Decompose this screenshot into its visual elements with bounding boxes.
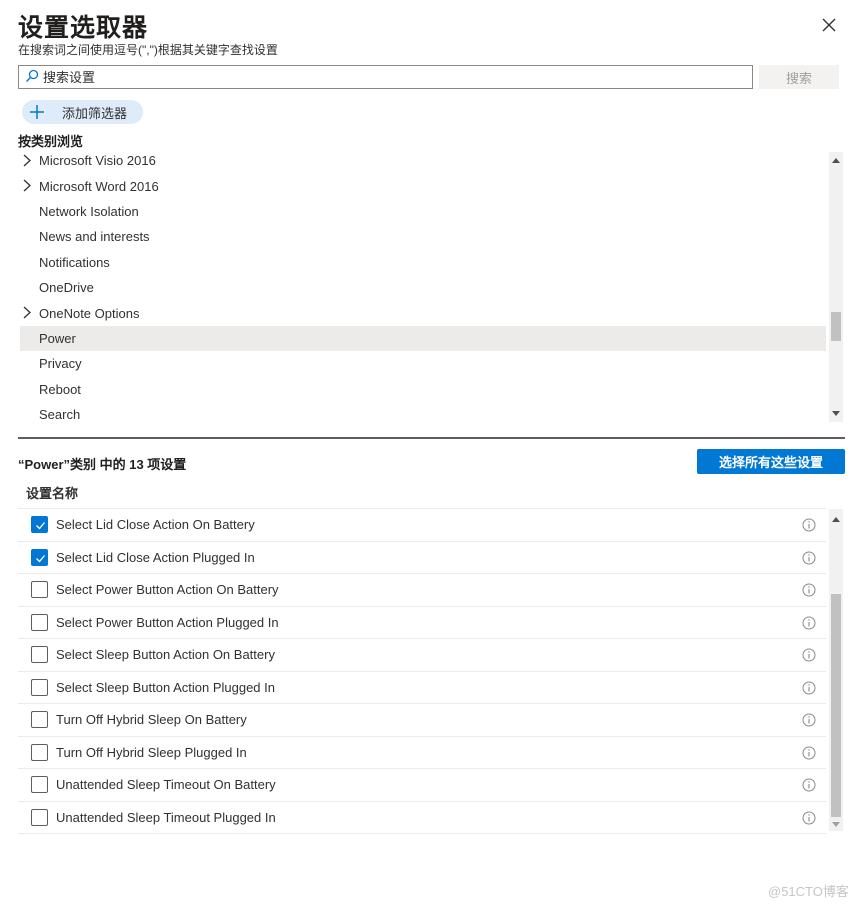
info-icon[interactable] — [802, 746, 816, 760]
setting-label: Turn Off Hybrid Sleep On Battery — [56, 712, 247, 728]
setting-label: Select Sleep Button Action Plugged In — [56, 679, 275, 695]
setting-row[interactable]: Select Sleep Button Action On Battery — [18, 639, 826, 672]
column-header-setting-name: 设置名称 — [26, 486, 79, 501]
category-item[interactable]: Network Isolation — [18, 199, 826, 224]
setting-checkbox[interactable] — [31, 743, 48, 761]
checkmark-icon — [36, 554, 45, 562]
setting-label: Select Sleep Button Action On Battery — [56, 647, 275, 663]
info-icon[interactable] — [802, 681, 816, 695]
category-label: Power — [39, 330, 76, 346]
category-label: Microsoft Word 2016 — [39, 178, 159, 194]
setting-label: Select Lid Close Action On Battery — [56, 517, 255, 533]
scroll-down-arrow[interactable] — [829, 407, 843, 419]
add-filter-label: 添加筛选器 — [62, 105, 128, 121]
chevron-right-icon[interactable] — [22, 306, 32, 319]
search-icon — [26, 69, 39, 82]
info-icon[interactable] — [802, 713, 816, 727]
category-label: Microsoft Visio 2016 — [39, 153, 156, 169]
category-list: Microsoft Visio 2016 Microsoft Word 2016 N… — [18, 148, 826, 426]
setting-row[interactable]: Turn Off Hybrid Sleep On Battery — [18, 704, 826, 737]
category-item[interactable]: Microsoft Visio 2016 — [18, 148, 826, 173]
setting-checkbox[interactable] — [31, 711, 48, 728]
category-item[interactable]: Privacy — [18, 351, 826, 376]
setting-label: Select Power Button Action Plugged In — [56, 614, 279, 630]
setting-row[interactable]: Unattended Sleep Timeout Plugged In — [18, 802, 826, 834]
info-icon[interactable] — [802, 583, 816, 597]
info-icon[interactable] — [802, 778, 816, 792]
setting-label: Select Power Button Action On Battery — [56, 582, 279, 598]
setting-row[interactable]: Select Power Button Action Plugged In — [18, 607, 826, 639]
setting-row[interactable]: Select Lid Close Action Plugged In — [18, 542, 826, 574]
section-divider — [18, 437, 845, 439]
setting-checkbox[interactable] — [31, 613, 48, 631]
category-label: News and interests — [39, 229, 150, 245]
setting-checkbox[interactable] — [31, 516, 48, 533]
category-scrollbar[interactable] — [829, 152, 843, 422]
page-subtitle: 在搜索词之间使用逗号(",")根据其关键字查找设置 — [18, 43, 278, 57]
info-icon[interactable] — [802, 616, 816, 630]
arrow-up-icon — [832, 157, 840, 163]
setting-label: Select Lid Close Action Plugged In — [56, 549, 255, 565]
scroll-up-arrow[interactable] — [829, 513, 843, 525]
setting-checkbox[interactable] — [31, 581, 48, 598]
setting-checkbox[interactable] — [31, 548, 48, 566]
category-label: Notifications — [39, 254, 110, 270]
search-button[interactable]: 搜索 — [759, 65, 839, 89]
setting-checkbox[interactable] — [31, 776, 48, 793]
setting-label: Unattended Sleep Timeout On Battery — [56, 777, 276, 793]
info-icon[interactable] — [802, 811, 816, 825]
settings-count-label: “Power”类别 中的 13 项设置 — [18, 457, 187, 472]
category-item[interactable]: Power — [20, 325, 826, 352]
setting-checkbox[interactable] — [31, 646, 48, 663]
settings-list: Select Lid Close Action On Battery Select… — [18, 508, 826, 834]
scroll-down-arrow[interactable] — [829, 818, 843, 830]
chevron-right-icon[interactable] — [22, 154, 32, 167]
chevron-right-icon[interactable] — [22, 179, 32, 192]
category-label: Reboot — [39, 381, 81, 397]
setting-row[interactable]: Unattended Sleep Timeout On Battery — [18, 769, 826, 802]
page-title: 设置选取器 — [18, 14, 149, 42]
checkmark-icon — [36, 522, 45, 530]
category-item[interactable]: News and interests — [18, 224, 826, 249]
watermark: @51CTO博客 — [768, 884, 849, 899]
category-item[interactable]: Search — [18, 402, 826, 426]
category-label: OneDrive — [39, 280, 94, 296]
category-label: Privacy — [39, 356, 82, 372]
plus-icon — [30, 105, 44, 119]
info-icon[interactable] — [802, 518, 816, 532]
search-field[interactable] — [18, 65, 753, 89]
setting-label: Unattended Sleep Timeout Plugged In — [56, 809, 276, 825]
category-label: Search — [39, 407, 81, 423]
category-item[interactable]: Reboot — [18, 377, 826, 402]
category-item[interactable]: Microsoft Word 2016 — [18, 173, 826, 198]
setting-checkbox[interactable] — [31, 808, 48, 826]
category-label: Network Isolation — [39, 203, 139, 219]
info-icon[interactable] — [802, 551, 816, 565]
arrow-up-icon — [832, 516, 840, 522]
setting-row[interactable]: Select Sleep Button Action Plugged In — [18, 672, 826, 704]
select-all-button[interactable]: 选择所有这些设置 — [697, 449, 845, 474]
setting-row[interactable]: Turn Off Hybrid Sleep Plugged In — [18, 737, 826, 769]
close-icon — [822, 18, 836, 32]
info-icon[interactable] — [802, 648, 816, 662]
add-filter-button[interactable]: 添加筛选器 — [22, 100, 143, 124]
category-label: OneNote Options — [39, 305, 140, 321]
scroll-thumb[interactable] — [831, 312, 841, 341]
setting-row[interactable]: Select Lid Close Action On Battery — [18, 509, 826, 542]
setting-label: Turn Off Hybrid Sleep Plugged In — [56, 744, 247, 760]
setting-checkbox[interactable] — [31, 678, 48, 696]
category-item[interactable]: Notifications — [18, 250, 826, 275]
arrow-down-icon — [832, 821, 840, 827]
scroll-up-arrow[interactable] — [829, 154, 843, 166]
close-button[interactable] — [818, 14, 840, 36]
category-item[interactable]: OneDrive — [18, 275, 826, 300]
settings-scrollbar[interactable] — [829, 509, 843, 831]
search-input[interactable] — [43, 66, 743, 88]
scroll-thumb[interactable] — [831, 594, 841, 817]
arrow-down-icon — [832, 410, 840, 416]
setting-row[interactable]: Select Power Button Action On Battery — [18, 574, 826, 607]
category-item[interactable]: OneNote Options — [18, 300, 826, 325]
